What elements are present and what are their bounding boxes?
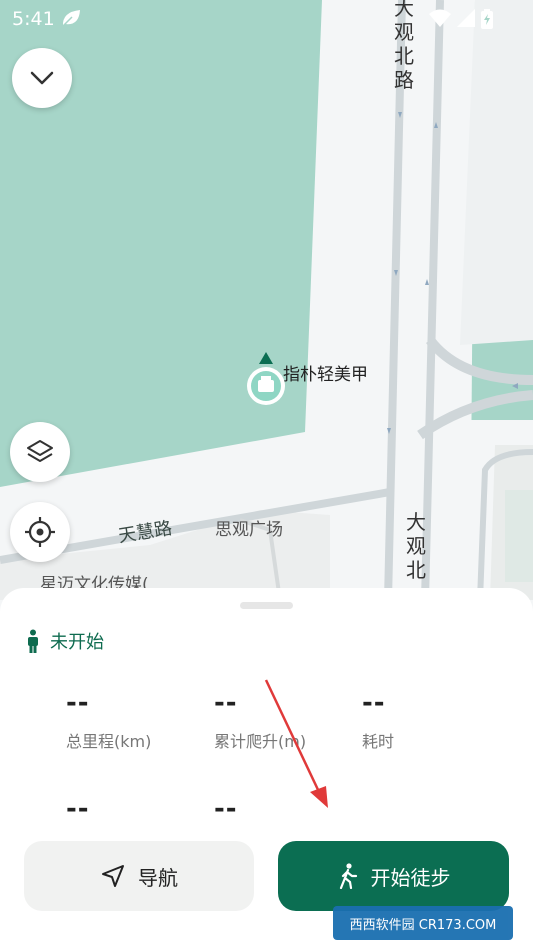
stat-duration-value: -- (362, 688, 386, 718)
stat-extra-1-value: -- (66, 794, 90, 824)
stat-distance-label: 总里程(km) (66, 732, 152, 751)
stat-distance-value: -- (66, 688, 90, 718)
drag-handle[interactable] (240, 602, 293, 609)
stat-distance: -- 总里程(km) (66, 688, 151, 752)
navigate-button[interactable]: 导航 (24, 841, 254, 911)
start-hike-button[interactable]: 开始徒步 (278, 841, 509, 911)
locate-button[interactable] (10, 502, 70, 562)
status-time: 5:41 (12, 8, 55, 30)
poi-marker[interactable] (246, 352, 286, 412)
start-hike-button-label: 开始徒步 (370, 865, 451, 890)
hike-panel: 未开始 -- 总里程(km) -- 累计爬升(m) -- 耗时 -- -- 导航… (0, 588, 533, 948)
stat-duration-label: 耗时 (362, 732, 395, 751)
leaf-icon (60, 8, 82, 32)
stat-duration: -- 耗时 (362, 688, 394, 752)
signal-icon (457, 9, 475, 33)
hike-status-text: 未开始 (50, 632, 104, 653)
layers-button[interactable] (10, 422, 70, 482)
road-label-char: 北 (394, 44, 414, 68)
road-label-char: 北 (406, 558, 426, 582)
place-label-siguan-plaza: 思观广场 (215, 520, 283, 540)
crosshair-icon (25, 517, 55, 547)
watermark: 西西软件园 CR173.COM (333, 906, 513, 940)
stat-extra-1: -- (66, 794, 90, 824)
status-bar: 5:41 (0, 0, 533, 36)
walking-icon (339, 863, 357, 889)
chevron-down-icon (30, 71, 54, 85)
poi-pin-icon (247, 352, 285, 405)
stat-extra-2-value: -- (214, 794, 238, 824)
collapse-button[interactable] (12, 48, 72, 108)
navigate-button-label: 导航 (138, 865, 178, 890)
stat-extra-2: -- (214, 794, 238, 824)
navigation-arrow-icon (102, 865, 124, 887)
hike-status: 未开始 (26, 628, 104, 654)
wifi-icon (429, 9, 451, 33)
battery-icon (481, 9, 493, 33)
poi-label[interactable]: 指朴轻美甲 (283, 360, 368, 385)
road-label-char: 路 (394, 68, 414, 92)
road-label-char: 大 (406, 510, 426, 534)
road-label-char: 观 (406, 534, 426, 558)
layers-icon (27, 440, 53, 462)
annotation-arrow (264, 679, 328, 808)
person-icon (28, 629, 38, 653)
